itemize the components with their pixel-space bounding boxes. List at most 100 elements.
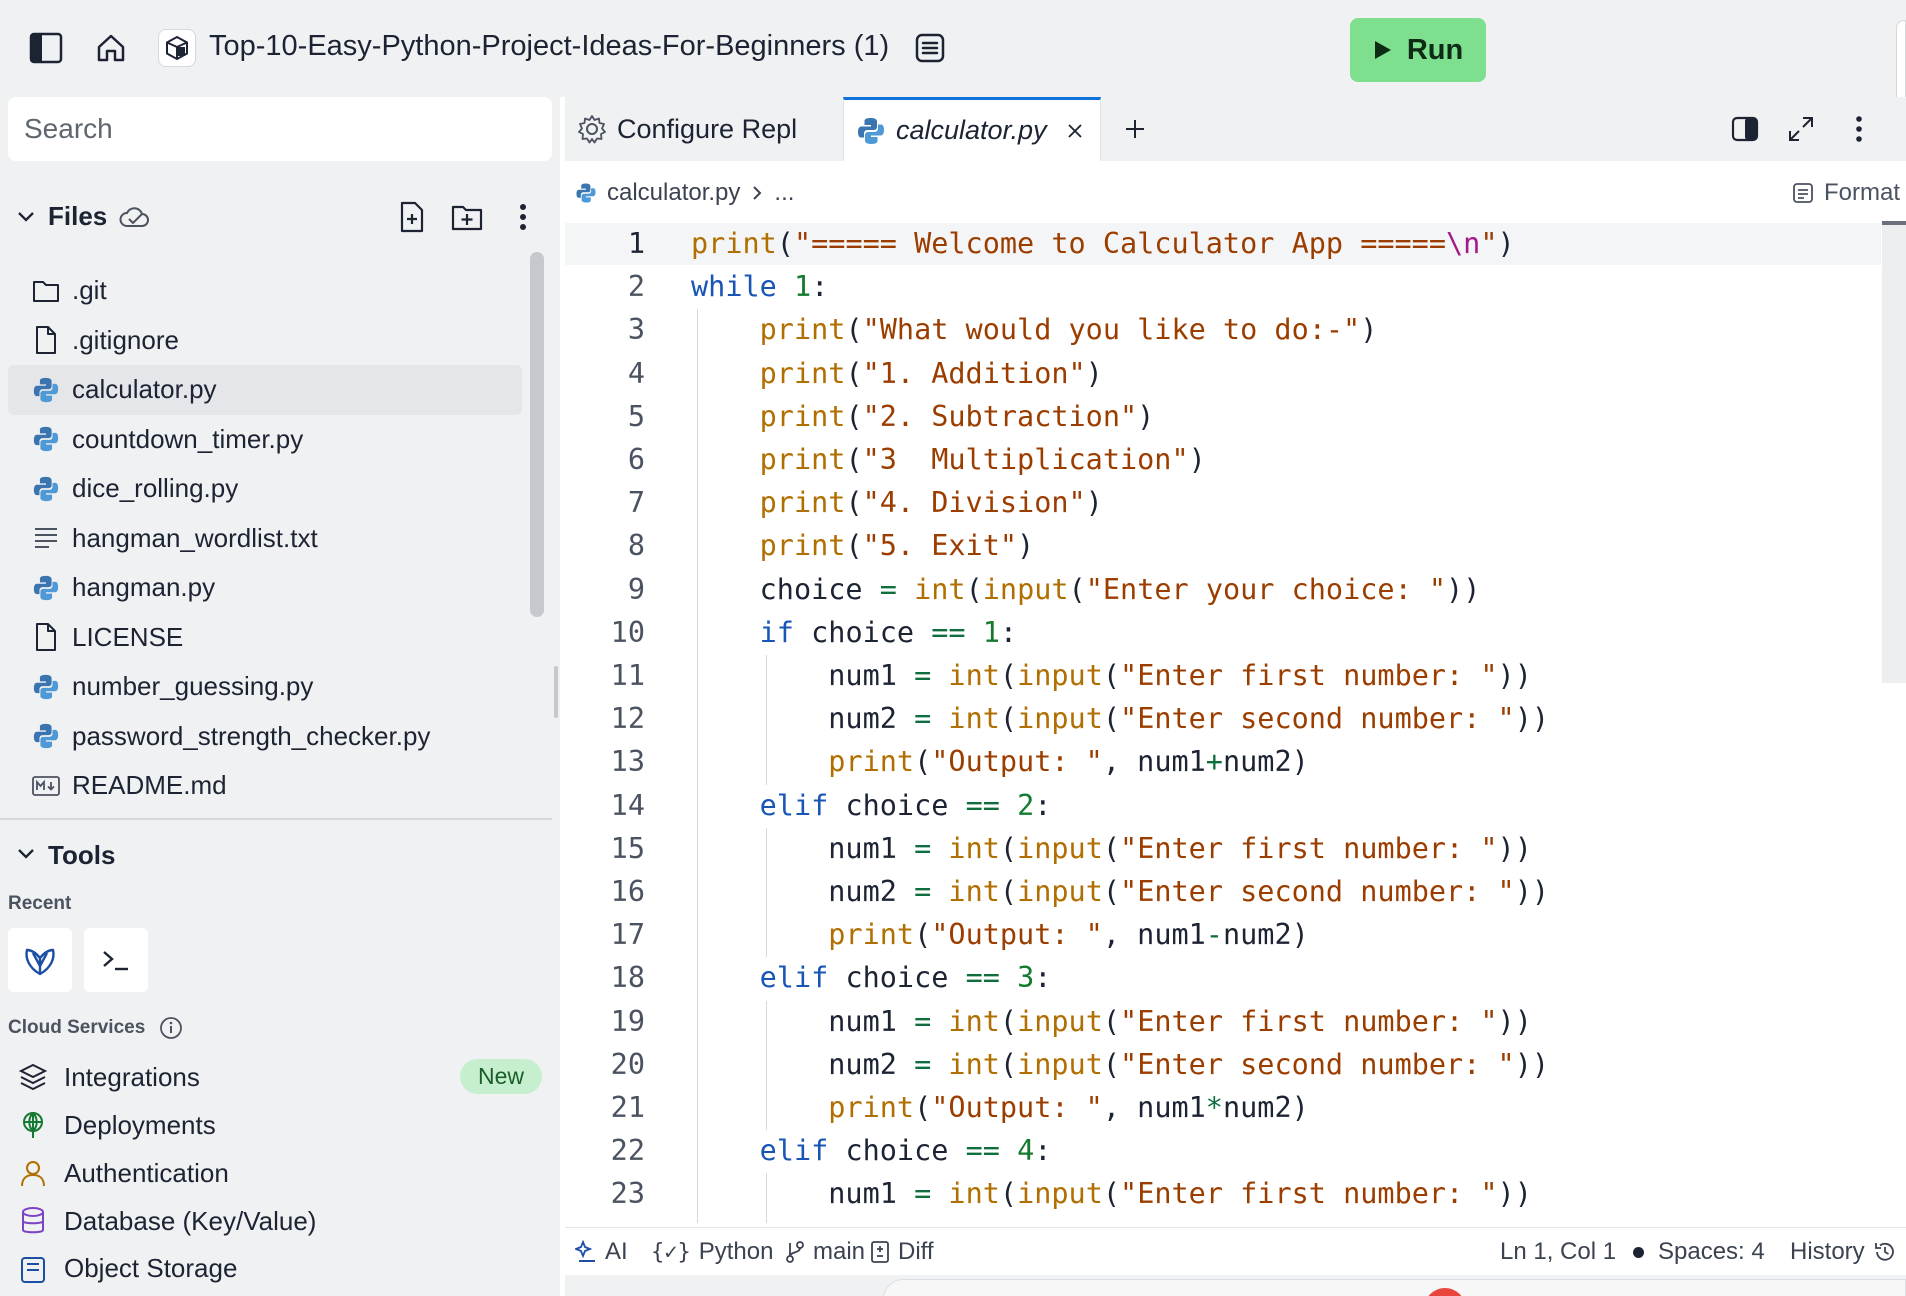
info-icon[interactable] bbox=[159, 1016, 183, 1040]
tab-calculator-py[interactable]: calculator.py bbox=[843, 97, 1101, 161]
file-tree-scrollbar[interactable] bbox=[530, 252, 544, 617]
pane-menu-icon[interactable] bbox=[1841, 111, 1877, 147]
search-box[interactable] bbox=[8, 97, 552, 161]
new-folder-icon[interactable] bbox=[447, 197, 487, 237]
file-item[interactable]: calculator.py bbox=[8, 365, 522, 415]
panel-resize-handle[interactable] bbox=[554, 666, 558, 718]
code-line[interactable]: 14 elif choice == 2: bbox=[565, 785, 1881, 827]
code-line[interactable]: 13 print("Output: ", num1+num2) bbox=[565, 741, 1881, 783]
split-pane-icon[interactable] bbox=[1727, 111, 1763, 147]
cursor-position[interactable]: Ln 1, Col 1 bbox=[1500, 1238, 1616, 1266]
breadcrumb: calculator.py ... bbox=[575, 173, 794, 213]
recent-tool-packager[interactable] bbox=[8, 928, 72, 992]
file-name: dice_rolling.py bbox=[72, 473, 239, 504]
file-item[interactable]: dice_rolling.py bbox=[8, 464, 522, 514]
line-number: 16 bbox=[610, 875, 645, 908]
line-code: num2 = int(input("Enter second number: "… bbox=[691, 1047, 1550, 1081]
file-item[interactable]: countdown_timer.py bbox=[8, 415, 522, 465]
ai-button[interactable]: AI bbox=[575, 1238, 628, 1266]
code-line[interactable]: 11 num1 = int(input("Enter first number:… bbox=[565, 655, 1881, 697]
tool-item-integrations[interactable]: Integrations New bbox=[8, 1053, 552, 1101]
language-label: Python bbox=[698, 1238, 774, 1265]
tab-configure-repl[interactable]: Configure Repl bbox=[565, 97, 843, 161]
add-tab-icon[interactable] bbox=[1117, 111, 1153, 147]
code-line[interactable]: 24 num2 = int(input("Enter second number… bbox=[565, 1217, 1881, 1223]
files-label[interactable]: Files bbox=[48, 201, 107, 232]
code-line[interactable]: 1 print("===== Welcome to Calculator App … bbox=[565, 223, 1881, 265]
code-line[interactable]: 16 num2 = int(input("Enter second number… bbox=[565, 871, 1881, 913]
line-number: 20 bbox=[610, 1047, 645, 1081]
code-line[interactable]: 20 num2 = int(input("Enter second number… bbox=[565, 1044, 1881, 1086]
indent-guide bbox=[766, 1000, 767, 1131]
chevron-down-icon[interactable] bbox=[6, 834, 46, 874]
file-item[interactable]: LICENSE bbox=[8, 613, 522, 663]
bottom-strip bbox=[565, 1275, 1906, 1296]
project-title[interactable]: Top-10-Easy-Python-Project-Ideas-For-Beg… bbox=[209, 30, 889, 63]
editor-scrollbar[interactable] bbox=[1882, 223, 1906, 683]
file-item[interactable]: hangman.py bbox=[8, 563, 522, 613]
breadcrumb-file[interactable]: calculator.py bbox=[607, 179, 740, 207]
search-input[interactable] bbox=[24, 113, 552, 145]
tool-item-object-storage[interactable]: Object Storage bbox=[8, 1245, 552, 1296]
chevron-down-icon[interactable] bbox=[6, 197, 46, 237]
line-number: 22 bbox=[610, 1134, 645, 1168]
code-line[interactable]: 2 while 1: bbox=[565, 266, 1881, 308]
tool-item-deployments[interactable]: Deployments bbox=[8, 1101, 552, 1149]
files-menu-icon[interactable] bbox=[503, 197, 543, 237]
ai-label: AI bbox=[605, 1238, 628, 1265]
code-line[interactable]: 21 print("Output: ", num1*num2) bbox=[565, 1087, 1881, 1129]
history-button[interactable]: History bbox=[1790, 1238, 1897, 1266]
project-info-icon[interactable] bbox=[912, 30, 948, 66]
indentation-button[interactable]: Spaces: 4 bbox=[1633, 1238, 1765, 1266]
tool-item-authentication[interactable]: Authentication bbox=[8, 1149, 552, 1197]
code-line[interactable]: 9 choice = int(input("Enter your choice:… bbox=[565, 569, 1881, 611]
code-line[interactable]: 17 print("Output: ", num1-num2) bbox=[565, 914, 1881, 956]
file-item[interactable]: .git bbox=[8, 266, 522, 316]
code-line[interactable]: 10 if choice == 1: bbox=[565, 612, 1881, 654]
branch-button[interactable]: main bbox=[785, 1238, 865, 1266]
code-line[interactable]: 7 print("4. Division") bbox=[565, 482, 1881, 524]
bottom-panel-peek[interactable] bbox=[883, 1279, 1906, 1296]
code-line[interactable]: 18 elif choice == 3: bbox=[565, 957, 1881, 999]
language-button[interactable]: {✓} Python bbox=[651, 1238, 773, 1266]
sidebar-toggle-icon[interactable] bbox=[28, 30, 64, 66]
tool-item-database[interactable]: Database (Key/Value) bbox=[8, 1197, 552, 1245]
file-item[interactable]: rock_paper_scissor.py bbox=[8, 811, 522, 819]
code-line[interactable]: 19 num1 = int(input("Enter first number:… bbox=[565, 1001, 1881, 1043]
breadcrumb-rest[interactable]: ... bbox=[774, 179, 794, 207]
diff-button[interactable]: Diff bbox=[870, 1238, 934, 1266]
recent-tool-shell[interactable] bbox=[84, 928, 148, 992]
file-item[interactable]: hangman_wordlist.txt bbox=[8, 514, 522, 564]
line-number: 23 bbox=[610, 1177, 645, 1211]
code-line[interactable]: 12 num2 = int(input("Enter second number… bbox=[565, 698, 1881, 740]
code-line[interactable]: 22 elif choice == 4: bbox=[565, 1130, 1881, 1172]
code-line[interactable]: 15 num1 = int(input("Enter first number:… bbox=[565, 828, 1881, 870]
file-item[interactable]: README.md bbox=[8, 761, 522, 811]
folder-icon bbox=[30, 275, 62, 307]
home-icon[interactable] bbox=[92, 30, 130, 66]
tab-label: Configure Repl bbox=[617, 113, 798, 144]
line-code: num1 = int(input("Enter first number: ")… bbox=[691, 1177, 1532, 1211]
code-line[interactable]: 6 print("3 Multiplication") bbox=[565, 439, 1881, 481]
line-number: 1 bbox=[627, 227, 645, 260]
code-line[interactable]: 23 num1 = int(input("Enter first number:… bbox=[565, 1173, 1881, 1215]
file-item[interactable]: .gitignore bbox=[8, 316, 522, 366]
tool-name: Integrations bbox=[64, 1061, 200, 1092]
code-editor[interactable]: 1 print("===== Welcome to Calculator App … bbox=[565, 223, 1906, 1223]
close-icon[interactable] bbox=[1062, 118, 1088, 144]
code-line[interactable]: 5 print("2. Subtraction") bbox=[565, 396, 1881, 438]
expand-icon[interactable] bbox=[1783, 111, 1819, 147]
tools-header[interactable]: Tools bbox=[0, 826, 560, 880]
line-number: 11 bbox=[610, 659, 645, 692]
line-code: while 1: bbox=[691, 270, 829, 304]
run-button[interactable]: Run bbox=[1350, 18, 1486, 82]
repl-avatar-icon[interactable] bbox=[158, 29, 196, 67]
code-line[interactable]: 4 print("1. Addition") bbox=[565, 353, 1881, 395]
python-icon bbox=[858, 117, 884, 144]
file-item[interactable]: number_guessing.py bbox=[8, 662, 522, 712]
format-button[interactable]: Format bbox=[1792, 173, 1900, 213]
code-line[interactable]: 8 print("5. Exit") bbox=[565, 525, 1881, 567]
file-item[interactable]: password_strength_checker.py bbox=[8, 712, 522, 762]
new-file-icon[interactable] bbox=[392, 197, 432, 237]
code-line[interactable]: 3 print("What would you like to do:-") bbox=[565, 309, 1881, 351]
